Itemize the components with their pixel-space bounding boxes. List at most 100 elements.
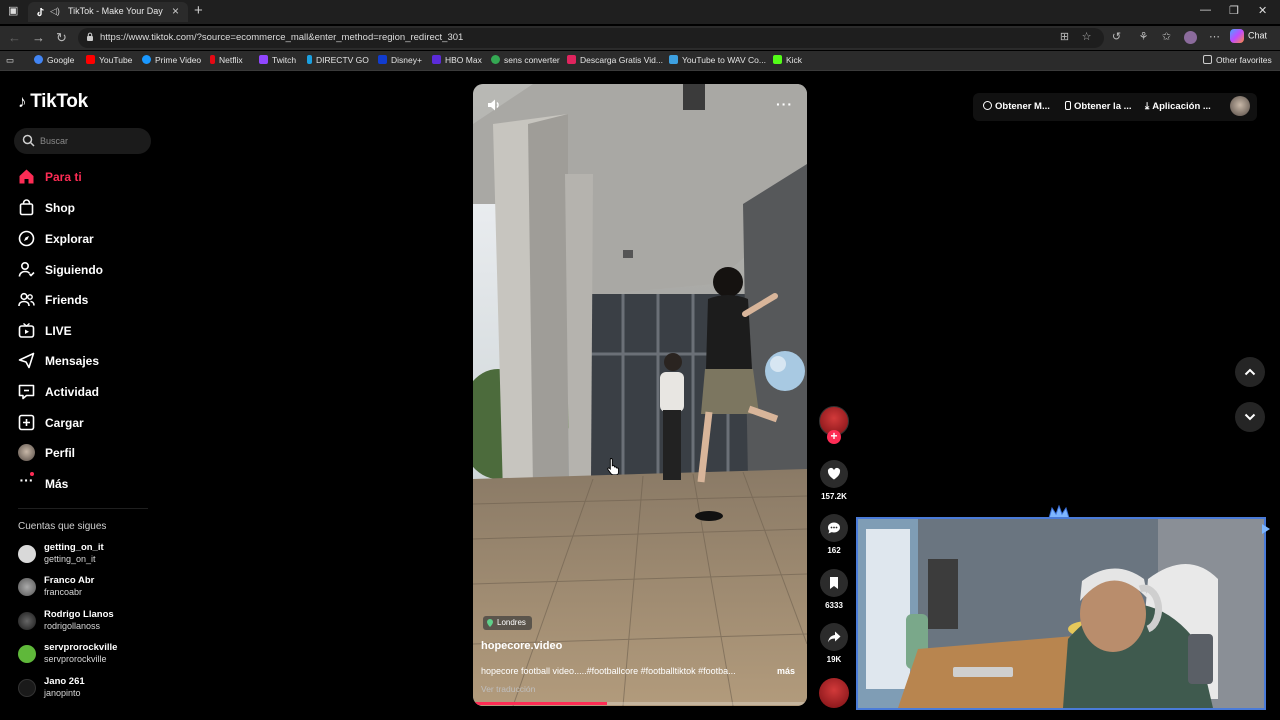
nav-siguiendo[interactable]: Siguiendo	[18, 259, 198, 281]
get-coins-button[interactable]: Obtener M...	[983, 101, 1050, 112]
video-player[interactable]: ··· Londres hopecore.video hopecore foot…	[473, 84, 807, 706]
restore-button[interactable]: ❐	[1229, 4, 1239, 17]
reload-button[interactable]: ↻	[56, 30, 67, 46]
bookmark-directv-go[interactable]: DIRECTV GO	[307, 55, 369, 65]
browser-tab[interactable]: ◁) TikTok - Make Your Day ×	[28, 2, 188, 22]
description-more-link[interactable]: más	[777, 666, 795, 676]
get-app-button[interactable]: Obtener la ...	[1065, 101, 1132, 112]
folder-icon	[1203, 55, 1212, 64]
bookmark-label: Prime Video	[155, 55, 202, 65]
video-more-options-icon[interactable]: ···	[776, 96, 793, 112]
bookmark-twitch[interactable]: Twitch	[259, 55, 296, 65]
nav-label: Más	[45, 477, 69, 491]
bookmark-label: Netflix	[219, 55, 243, 65]
back-button[interactable]: ←	[8, 30, 21, 45]
nav-para-ti[interactable]: Para ti	[18, 166, 198, 188]
copilot-chat-button[interactable]: Chat	[1230, 29, 1267, 43]
bookmark-label: YouTube	[99, 55, 133, 65]
bookmark-kick[interactable]: Kick	[773, 55, 802, 65]
bookmark-sens-converter[interactable]: sens converter	[491, 55, 560, 65]
heart-icon	[827, 467, 841, 480]
new-tab-button[interactable]: +	[194, 2, 203, 19]
bookmark-youtube-to-wav[interactable]: YouTube to WAV Co...	[669, 55, 766, 65]
desktop-app-button[interactable]: ⤓ Aplicación ...	[1145, 101, 1211, 112]
video-author[interactable]: hopecore.video	[481, 640, 562, 652]
youtube-wav-icon	[669, 55, 678, 64]
other-favorites[interactable]: Other favorites	[1203, 55, 1272, 65]
nav-shop[interactable]: Shop	[18, 197, 198, 219]
followed-account[interactable]: servprorockville servprorockville	[18, 640, 188, 668]
reading-list-icon[interactable]: ▭	[6, 55, 14, 66]
search-box[interactable]	[14, 128, 151, 154]
nav-mas[interactable]: ··· Más	[18, 472, 198, 495]
volume-icon[interactable]	[487, 98, 501, 112]
nav-explorar[interactable]: Explorar	[18, 228, 198, 250]
next-video-button[interactable]	[1235, 402, 1265, 432]
nav-label: Para ti	[45, 170, 82, 184]
share-count: 19K	[826, 655, 842, 664]
bookmark-descarga-gratis[interactable]: Descarga Gratis Vid...	[567, 55, 663, 65]
bookmark-prime-video[interactable]: Prime Video	[142, 55, 201, 65]
tab-actions-icon[interactable]: ▣	[8, 4, 18, 17]
next-creator-avatar[interactable]	[819, 678, 849, 708]
follow-creator-button[interactable]: +	[827, 430, 841, 444]
settings-more-icon[interactable]: ⋯	[1208, 31, 1221, 44]
nav-actividad[interactable]: Actividad	[18, 381, 198, 403]
location-tag[interactable]: Londres	[483, 616, 532, 630]
bookmark-hbo-max[interactable]: HBO Max	[432, 55, 482, 65]
search-input[interactable]	[40, 133, 140, 149]
page-bottom-edge	[0, 710, 1280, 720]
comment-icon	[828, 522, 840, 534]
followed-account[interactable]: Franco Abr francoabr	[18, 573, 188, 601]
copilot-icon	[1230, 29, 1244, 43]
close-window-button[interactable]: ✕	[1258, 4, 1267, 17]
address-bar[interactable]: https://www.tiktok.com/?source=ecommerce…	[78, 28, 1104, 48]
home-icon	[19, 169, 34, 184]
user-avatar[interactable]	[1230, 96, 1250, 116]
followed-account[interactable]: Rodrigo Llanos rodrigollanoss	[18, 607, 188, 635]
nav-mensajes[interactable]: Mensajes	[18, 350, 198, 372]
google-icon	[34, 55, 43, 64]
like-button[interactable]: 157.2K	[820, 460, 848, 501]
twitch-icon	[259, 55, 268, 64]
mute-tab-icon[interactable]: ◁)	[50, 6, 60, 17]
bookmark-netflix[interactable]: Netflix	[210, 55, 243, 65]
favorites-icon[interactable]: ✩	[1160, 31, 1173, 44]
more-dots-icon: ···	[19, 472, 34, 488]
account-handle: francoabr	[44, 587, 83, 597]
bookmark-disney-plus[interactable]: Disney+	[378, 55, 422, 65]
translate-link[interactable]: Ver traducción	[481, 684, 535, 694]
bookmark-label: Descarga Gratis Vid...	[580, 55, 663, 65]
tiktok-logo[interactable]: ♪ TikTok	[18, 91, 88, 113]
bookmark-label: sens converter	[504, 55, 560, 65]
sidebar-divider	[18, 508, 148, 509]
nav-cargar[interactable]: Cargar	[18, 412, 198, 434]
bookmark-google[interactable]: Google	[34, 55, 74, 65]
followed-account[interactable]: getting_on_it getting_on_it	[18, 540, 188, 568]
avatar	[18, 679, 36, 697]
bookmark-youtube[interactable]: YouTube	[86, 55, 132, 65]
previous-video-button[interactable]	[1235, 357, 1265, 387]
comment-button[interactable]: 162	[820, 514, 848, 555]
following-section-title: Cuentas que sigues	[18, 521, 107, 532]
favorite-star-icon[interactable]: ☆	[1080, 31, 1093, 44]
refresh-extension-icon[interactable]: ↺	[1110, 31, 1123, 44]
nav-friends[interactable]: Friends	[18, 289, 198, 311]
bookmark-label: HBO Max	[445, 55, 482, 65]
forward-button[interactable]: →	[32, 30, 45, 45]
nav-live[interactable]: LIVE	[18, 320, 198, 342]
close-tab-icon[interactable]: ×	[172, 4, 179, 18]
profile-icon[interactable]	[1184, 31, 1197, 44]
save-button[interactable]: 6333	[820, 569, 848, 610]
nav-perfil[interactable]: Perfil	[18, 442, 198, 464]
avatar	[18, 545, 36, 563]
account-handle: getting_on_it	[44, 554, 96, 564]
followed-account[interactable]: Jano 261 janopinto	[18, 674, 188, 702]
minimize-button[interactable]: —	[1200, 4, 1211, 16]
app-available-icon[interactable]: ⊞	[1058, 31, 1071, 44]
coin-icon	[983, 101, 992, 110]
video-progress-bar[interactable]	[473, 702, 807, 705]
extensions-icon[interactable]: ⚘	[1137, 31, 1150, 44]
avatar	[18, 645, 36, 663]
share-button[interactable]: 19K	[820, 623, 848, 664]
